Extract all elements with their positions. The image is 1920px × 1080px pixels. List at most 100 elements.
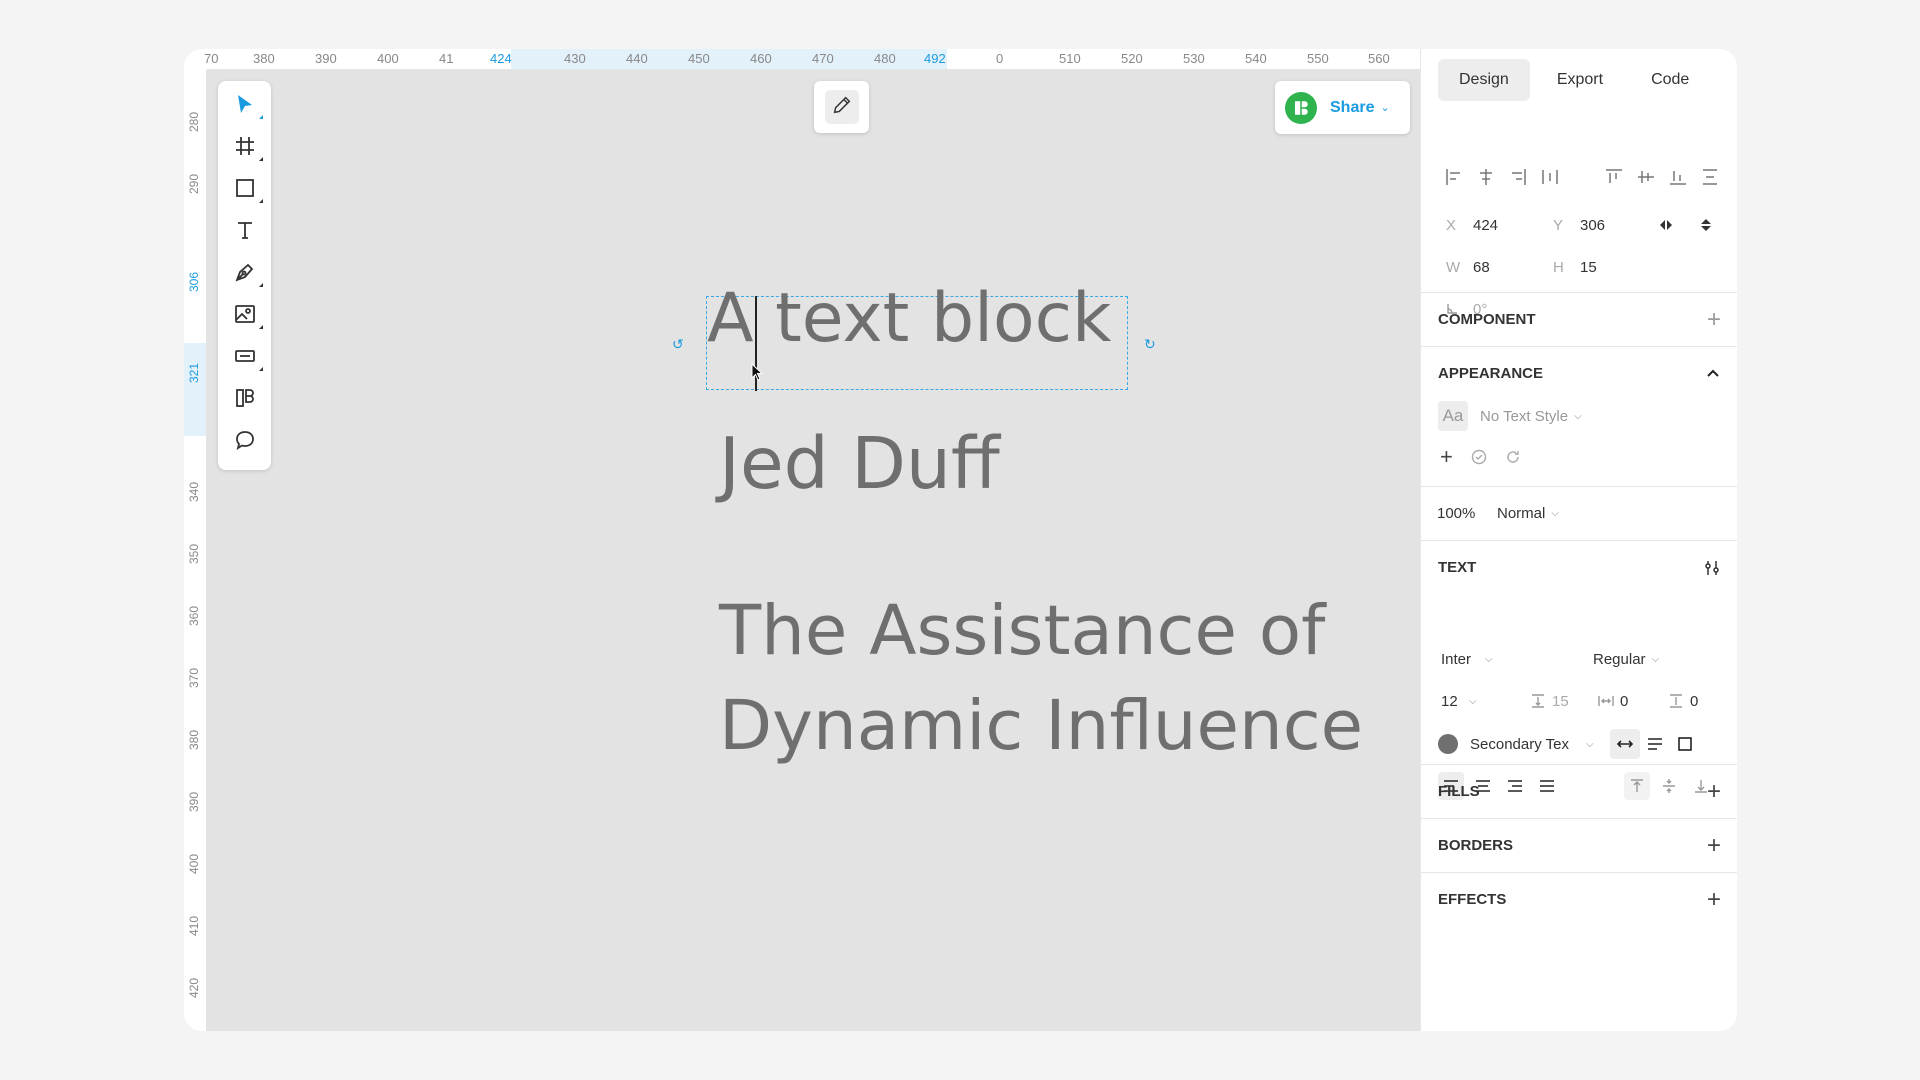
text-style-select[interactable]: No Text Style [1480,408,1568,425]
auto-height-icon[interactable] [1640,735,1670,753]
text-color-row: Secondary Tex ⌵ [1421,728,1737,760]
edit-mode-button[interactable] [814,81,869,133]
tab-design[interactable]: Design [1438,59,1530,101]
align-center-horizontal-icon[interactable] [1477,168,1495,186]
rectangle-tool[interactable] [218,169,271,211]
add-effect-icon[interactable]: + [1707,887,1721,912]
right-resize-handle-icon[interactable]: ↻ [1144,336,1160,352]
left-resize-handle-icon[interactable]: ↺ [672,336,688,352]
ruler-y-label: 306 [187,271,201,292]
flip-horizontal-icon[interactable] [1646,217,1686,233]
paragraph-spacing-icon [1662,693,1690,709]
flip-vertical-icon[interactable] [1686,217,1726,233]
font-weight-select[interactable]: Regular [1593,651,1646,668]
chevron-down-icon: ⌵ [1574,410,1582,422]
frame-hash-icon [233,134,257,163]
opacity-input[interactable]: 100% [1437,505,1497,522]
align-top-icon[interactable] [1605,168,1623,186]
component-section: COMPONENT + [1421,292,1737,346]
cursor-arrow-icon [233,92,257,121]
ruler-y-label: 350 [187,543,201,564]
font-size-input[interactable]: 12 [1441,693,1463,710]
blend-mode-select[interactable]: Normal [1497,505,1545,522]
w-label: W [1446,258,1461,276]
y-input[interactable]: 306 [1580,217,1646,234]
color-swatch[interactable] [1438,734,1458,754]
font-metrics-row: 12 ⌵ 15 0 0 [1421,686,1737,716]
ruler-x-label: 492 [924,51,946,66]
library-tool[interactable] [218,379,271,421]
mouse-cursor-icon [751,362,765,386]
add-style-icon[interactable]: + [1440,446,1453,468]
frame-tool[interactable] [218,127,271,169]
ruler-y-label: 321 [187,362,201,383]
letter-spacing-input[interactable]: 0 [1620,693,1662,710]
w-input[interactable]: 68 [1473,259,1553,276]
ruler-y-label: 340 [187,481,201,502]
effects-section: EFFECTS + [1421,872,1737,926]
ruler-y-label: 380 [187,729,201,750]
h-input[interactable]: 15 [1580,259,1646,276]
check-circle-icon[interactable] [1471,449,1487,465]
align-bottom-icon[interactable] [1669,168,1687,186]
align-center-vertical-icon[interactable] [1637,168,1655,186]
image-tool[interactable] [218,295,271,337]
fixed-size-icon[interactable] [1670,736,1700,752]
inspector-panel: Design Export Code X 424 Y 306 W 68 H 15… [1420,49,1737,1031]
text-line: Dynamic Influence [719,686,1364,766]
refresh-icon[interactable] [1505,449,1521,465]
align-right-icon[interactable] [1509,168,1527,186]
distribute-vertical-icon[interactable] [1701,168,1719,186]
rectangle-icon [233,176,257,205]
auto-width-icon[interactable] [1610,729,1640,759]
selected-text-layer[interactable]: A text block [707,285,1111,353]
pen-nib-icon [233,260,257,289]
ruler-y-label: 290 [187,173,201,194]
ruler-x-label: 450 [688,51,710,66]
design-canvas[interactable]: Share ⌄ ↺ ↻ A text block Jed Duff The As… [207,70,1603,1031]
text-tool[interactable] [218,211,271,253]
comment-tool[interactable] [218,421,271,463]
share-button[interactable]: Share ⌄ [1275,81,1410,134]
chevron-down-icon: ⌵ [1586,738,1594,750]
component-title: COMPONENT [1438,311,1536,328]
borders-section: BORDERS + [1421,818,1737,872]
image-icon [233,302,257,331]
x-input[interactable]: 424 [1473,217,1553,234]
text-layer-assistance[interactable]: The Assistance of Dynamic Influence [719,584,1363,774]
add-component-icon[interactable]: + [1707,307,1721,332]
distribute-horizontal-icon[interactable] [1541,168,1559,186]
ruler-x-label: 0 [996,51,1004,66]
select-tool[interactable] [218,85,271,127]
add-fill-icon[interactable]: + [1707,779,1721,804]
y-label: Y [1553,216,1564,234]
opacity-row: 100% Normal ⌵ [1421,498,1737,528]
line-height-input[interactable]: 15 [1552,693,1592,710]
chevron-up-icon[interactable] [1705,366,1721,382]
font-family-select[interactable]: Inter [1441,651,1479,668]
paragraph-spacing-input[interactable]: 0 [1690,693,1698,710]
component-tool[interactable] [218,337,271,379]
ruler-x-label: 430 [564,51,586,66]
submenu-indicator [259,115,263,119]
h-label: H [1553,258,1564,276]
text-settings-icon[interactable] [1703,559,1721,577]
tab-export[interactable]: Export [1536,59,1624,101]
text-t-icon [233,218,257,247]
submenu-indicator [259,325,263,329]
text-style-icon: Aa [1438,401,1468,431]
app-window: 70 380 390 400 41 424 430 440 450 460 47… [184,49,1737,1031]
align-left-icon[interactable] [1445,168,1463,186]
tab-code[interactable]: Code [1630,59,1710,101]
add-border-icon[interactable]: + [1707,833,1721,858]
color-style-select[interactable]: Secondary Tex [1470,736,1580,753]
text-style-row: Aa No Text Style ⌵ [1421,399,1737,433]
text-layer-jed-duff[interactable]: Jed Duff [719,428,1000,499]
x-label: X [1446,216,1457,234]
pen-tool[interactable] [218,253,271,295]
text-section: TEXT [1421,540,1737,594]
fills-section: FILLS + [1421,764,1737,818]
pencil-icon [831,94,853,121]
line-height-icon [1524,693,1552,709]
appearance-section: APPEARANCE [1421,346,1737,400]
